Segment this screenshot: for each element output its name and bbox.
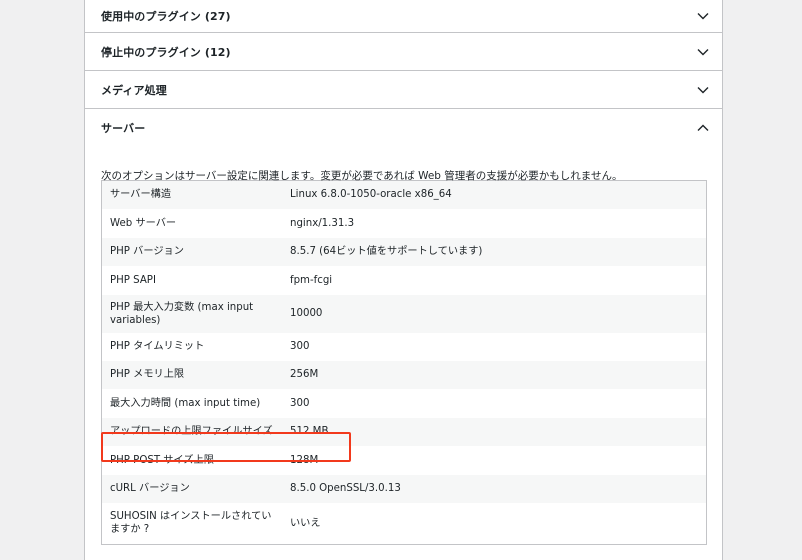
row-key: Web サーバー xyxy=(110,217,177,229)
table-row: PHP POST サイズ上限 128M xyxy=(101,445,707,475)
table-row: PHP SAPI fpm-fcgi xyxy=(101,265,707,295)
row-key: アップロードの上限ファイルサイズ xyxy=(110,426,273,437)
row-value: 300 xyxy=(290,397,310,409)
table-row: PHP メモリ上限 256M xyxy=(101,360,707,389)
row-value: 8.5.0 OpenSSL/3.0.13 xyxy=(290,483,401,494)
row-key: SUHOSIN はインストールされていますか ? xyxy=(110,511,272,536)
row-key: サーバー構造 xyxy=(110,189,172,201)
row-value: fpm-fcgi xyxy=(290,274,333,286)
row-key: 最大入力時間 (max input time) xyxy=(110,397,261,409)
table-row: PHP タイムリミット 300 xyxy=(101,332,707,361)
row-key: PHP POST サイズ上限 xyxy=(110,454,214,466)
row-key: PHP バージョン xyxy=(110,246,184,257)
accordion-plugins-active[interactable]: 使用中のプラグイン (27) xyxy=(85,0,722,33)
table-row: Web サーバー nginx/1.31.3 xyxy=(101,208,707,238)
table-row: サーバー構造 Linux 6.8.0-1050-oracle x86_64 xyxy=(101,180,707,209)
server-section-body: 次のオプションはサーバー設定に関連します。変更が必要であれば Web 管理者の支… xyxy=(85,147,722,545)
row-value: 512 MB xyxy=(290,426,329,437)
row-key: cURL バージョン xyxy=(110,483,190,494)
row-key: PHP タイムリミット xyxy=(110,341,205,352)
table-row: cURL バージョン 8.5.0 OpenSSL/3.0.13 xyxy=(101,474,707,503)
row-value: 128M xyxy=(290,454,319,466)
row-value: 8.5.7 (64ビット値をサポートしています) xyxy=(290,246,483,257)
accordion-title: サーバー xyxy=(101,122,146,135)
row-value: 256M xyxy=(290,369,319,380)
row-key: PHP 最大入力変数 (max input variables) xyxy=(110,301,254,326)
table-row: PHP 最大入力変数 (max input variables) 10000 xyxy=(101,294,707,333)
accordion-plugins-inactive[interactable]: 停止中のプラグイン (12) xyxy=(85,33,722,71)
row-value: いいえ xyxy=(290,517,321,529)
site-health-info-panel: 使用中のプラグイン (27) 停止中のプラグイン (12) メディア処理 サーバ… xyxy=(84,0,723,560)
chevron-down-icon xyxy=(697,12,709,20)
server-description: 次のオプションはサーバー設定に関連します。変更が必要であれば Web 管理者の支… xyxy=(101,170,623,182)
row-value: Linux 6.8.0-1050-oracle x86_64 xyxy=(290,189,452,201)
row-value: nginx/1.31.3 xyxy=(290,217,355,229)
chevron-down-icon xyxy=(697,86,709,94)
server-info-table: サーバー構造 Linux 6.8.0-1050-oracle x86_64 We… xyxy=(101,180,707,545)
row-key: PHP SAPI xyxy=(110,274,156,286)
row-key: PHP メモリ上限 xyxy=(110,369,185,380)
accordion-title: メディア処理 xyxy=(101,83,167,97)
table-row: アップロードの上限ファイルサイズ 512 MB xyxy=(101,417,707,446)
table-row: 最大入力時間 (max input time) 300 xyxy=(101,388,707,418)
accordion-media-handling[interactable]: メディア処理 xyxy=(85,71,722,109)
row-value: 10000 xyxy=(290,308,323,319)
table-row: SUHOSIN はインストールされていますか ? いいえ xyxy=(101,502,707,545)
chevron-down-icon xyxy=(697,48,709,56)
accordion-title: 停止中のプラグイン (12) xyxy=(101,45,231,59)
accordion-title: 使用中のプラグイン (27) xyxy=(101,10,231,23)
row-value: 300 xyxy=(290,341,310,352)
table-row: PHP バージョン 8.5.7 (64ビット値をサポートしています) xyxy=(101,237,707,266)
accordion-server[interactable]: サーバー xyxy=(85,109,722,147)
chevron-up-icon xyxy=(697,124,709,132)
